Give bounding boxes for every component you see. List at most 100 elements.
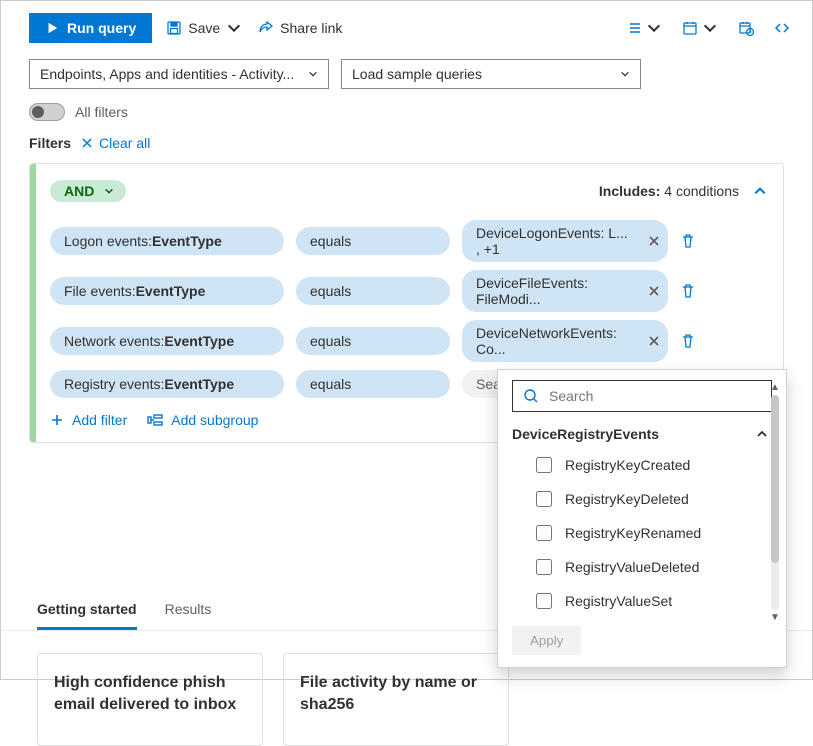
clear-value-icon[interactable] bbox=[648, 235, 660, 247]
all-filters-toggle[interactable] bbox=[29, 103, 65, 121]
sample-queries-dropdown[interactable]: Load sample queries bbox=[341, 59, 641, 89]
add-filter-label: Add filter bbox=[72, 412, 127, 428]
clear-all-button[interactable]: Clear all bbox=[81, 135, 150, 151]
play-icon bbox=[45, 21, 59, 35]
filters-label: Filters bbox=[29, 135, 71, 151]
value-option-checkbox[interactable] bbox=[536, 491, 552, 507]
code-toggle-button[interactable] bbox=[774, 20, 790, 36]
clear-value-icon[interactable] bbox=[648, 335, 660, 347]
filter-value-chip[interactable]: DeviceNetworkEvents: Co... bbox=[462, 320, 668, 362]
chevron-down-icon bbox=[620, 69, 630, 79]
filter-row: Logon events: EventType equals DeviceLogon… bbox=[50, 216, 767, 266]
includes-summary: Includes: 4 conditions bbox=[599, 183, 739, 199]
plus-icon bbox=[50, 413, 64, 427]
dropdown-row: Endpoints, Apps and identities - Activit… bbox=[1, 49, 812, 93]
value-group-name: DeviceRegistryEvents bbox=[512, 426, 659, 442]
chevron-up-icon bbox=[753, 184, 767, 198]
value-option-checkbox[interactable] bbox=[536, 559, 552, 575]
add-filter-button[interactable]: Add filter bbox=[50, 412, 127, 428]
add-subgroup-button[interactable]: Add subgroup bbox=[147, 412, 258, 428]
value-option-label: RegistryKeyCreated bbox=[565, 457, 690, 473]
filter-value-chip[interactable]: DeviceLogonEvents: L... , +1 bbox=[462, 220, 668, 262]
close-icon bbox=[81, 137, 93, 149]
logic-selector[interactable]: AND bbox=[50, 180, 126, 202]
scroll-up-icon[interactable]: ▲ bbox=[770, 382, 780, 393]
value-option[interactable]: RegistryKeyCreated bbox=[508, 448, 776, 482]
filter-field-chip[interactable]: Registry events: EventType bbox=[50, 370, 284, 398]
all-filters-label: All filters bbox=[75, 104, 128, 120]
share-label: Share link bbox=[280, 20, 342, 36]
filter-row: File events: EventType equals DeviceFileEv… bbox=[50, 266, 767, 316]
filter-field-chip[interactable]: Network events: EventType bbox=[50, 327, 284, 355]
scroll-thumb[interactable] bbox=[771, 395, 779, 563]
tab-getting-started[interactable]: Getting started bbox=[37, 593, 137, 630]
clear-all-label: Clear all bbox=[99, 135, 150, 151]
tables-dropdown[interactable]: Endpoints, Apps and identities - Activit… bbox=[29, 59, 329, 89]
value-option[interactable]: RegistryValueSet bbox=[508, 584, 776, 618]
run-query-label: Run query bbox=[67, 20, 136, 36]
chevron-down-icon bbox=[308, 69, 318, 79]
value-picker-popup: DeviceRegistryEvents RegistryKeyCreated R… bbox=[497, 369, 787, 668]
value-option[interactable]: RegistryKeyRenamed bbox=[508, 516, 776, 550]
save-label: Save bbox=[188, 20, 220, 36]
value-option-checkbox[interactable] bbox=[536, 593, 552, 609]
value-option[interactable]: RegistryValueDeleted bbox=[508, 550, 776, 584]
date-range-button[interactable] bbox=[682, 20, 718, 36]
filter-field-chip[interactable]: File events: EventType bbox=[50, 277, 284, 305]
value-option-label: RegistryKeyDeleted bbox=[565, 491, 689, 507]
value-search-box[interactable] bbox=[512, 380, 772, 412]
add-subgroup-label: Add subgroup bbox=[171, 412, 258, 428]
filter-operator-chip[interactable]: equals bbox=[296, 277, 450, 305]
filter-value-chip[interactable]: DeviceFileEvents: FileModi... bbox=[462, 270, 668, 312]
value-option-checkbox[interactable] bbox=[536, 525, 552, 541]
chevron-down-icon bbox=[702, 20, 718, 36]
value-group-header[interactable]: DeviceRegistryEvents bbox=[508, 422, 776, 448]
share-link-button[interactable]: Share link bbox=[256, 16, 344, 40]
delete-filter-button[interactable] bbox=[680, 333, 698, 349]
subgroup-icon bbox=[147, 413, 163, 427]
calendar-clock-icon bbox=[738, 20, 754, 36]
list-icon bbox=[626, 20, 642, 36]
run-query-button[interactable]: Run query bbox=[29, 13, 152, 43]
value-option[interactable]: RegistryKeyDeleted bbox=[508, 482, 776, 516]
apply-button[interactable]: Apply bbox=[512, 626, 581, 655]
scroll-down-icon[interactable]: ▼ bbox=[770, 612, 780, 623]
calendar-icon bbox=[682, 20, 698, 36]
save-button[interactable]: Save bbox=[164, 16, 244, 40]
sample-queries-label: Load sample queries bbox=[352, 66, 482, 82]
clear-value-icon[interactable] bbox=[648, 285, 660, 297]
scroll-track[interactable] bbox=[771, 395, 779, 610]
value-option-label: RegistryKeyRenamed bbox=[565, 525, 701, 541]
share-icon bbox=[258, 20, 274, 36]
sample-card[interactable]: High confidence phish email delivered to… bbox=[37, 653, 263, 746]
filter-operator-chip[interactable]: equals bbox=[296, 370, 450, 398]
chevron-up-icon bbox=[756, 428, 768, 440]
schedule-button[interactable] bbox=[738, 20, 754, 36]
filter-operator-chip[interactable]: equals bbox=[296, 327, 450, 355]
value-option-label: RegistryValueDeleted bbox=[565, 559, 699, 575]
chevron-down-icon bbox=[646, 20, 662, 36]
value-option-label: RegistryValueSet bbox=[565, 593, 672, 609]
tables-dropdown-label: Endpoints, Apps and identities - Activit… bbox=[40, 66, 294, 82]
chevron-down-icon bbox=[104, 186, 114, 196]
tab-results[interactable]: Results bbox=[165, 593, 212, 630]
filters-header: Filters Clear all bbox=[1, 125, 812, 159]
value-search-input[interactable] bbox=[547, 387, 761, 405]
toolbar: Run query Save Share link bbox=[1, 1, 812, 49]
delete-filter-button[interactable] bbox=[680, 283, 698, 299]
collapse-button[interactable] bbox=[753, 184, 767, 198]
filter-field-chip[interactable]: Logon events: EventType bbox=[50, 227, 284, 255]
search-icon bbox=[523, 388, 539, 404]
all-filters-row: All filters bbox=[1, 93, 812, 125]
delete-filter-button[interactable] bbox=[680, 233, 698, 249]
chevron-down-icon bbox=[226, 20, 242, 36]
save-icon bbox=[166, 20, 182, 36]
toolbar-right bbox=[626, 20, 790, 36]
scrollbar[interactable]: ▲ ▼ bbox=[768, 382, 782, 623]
filter-row: Network events: EventType equals DeviceNet… bbox=[50, 316, 767, 366]
logic-label: AND bbox=[64, 183, 94, 199]
sample-card[interactable]: File activity by name or sha256 bbox=[283, 653, 509, 746]
value-option-checkbox[interactable] bbox=[536, 457, 552, 473]
list-view-button[interactable] bbox=[626, 20, 662, 36]
filter-operator-chip[interactable]: equals bbox=[296, 227, 450, 255]
